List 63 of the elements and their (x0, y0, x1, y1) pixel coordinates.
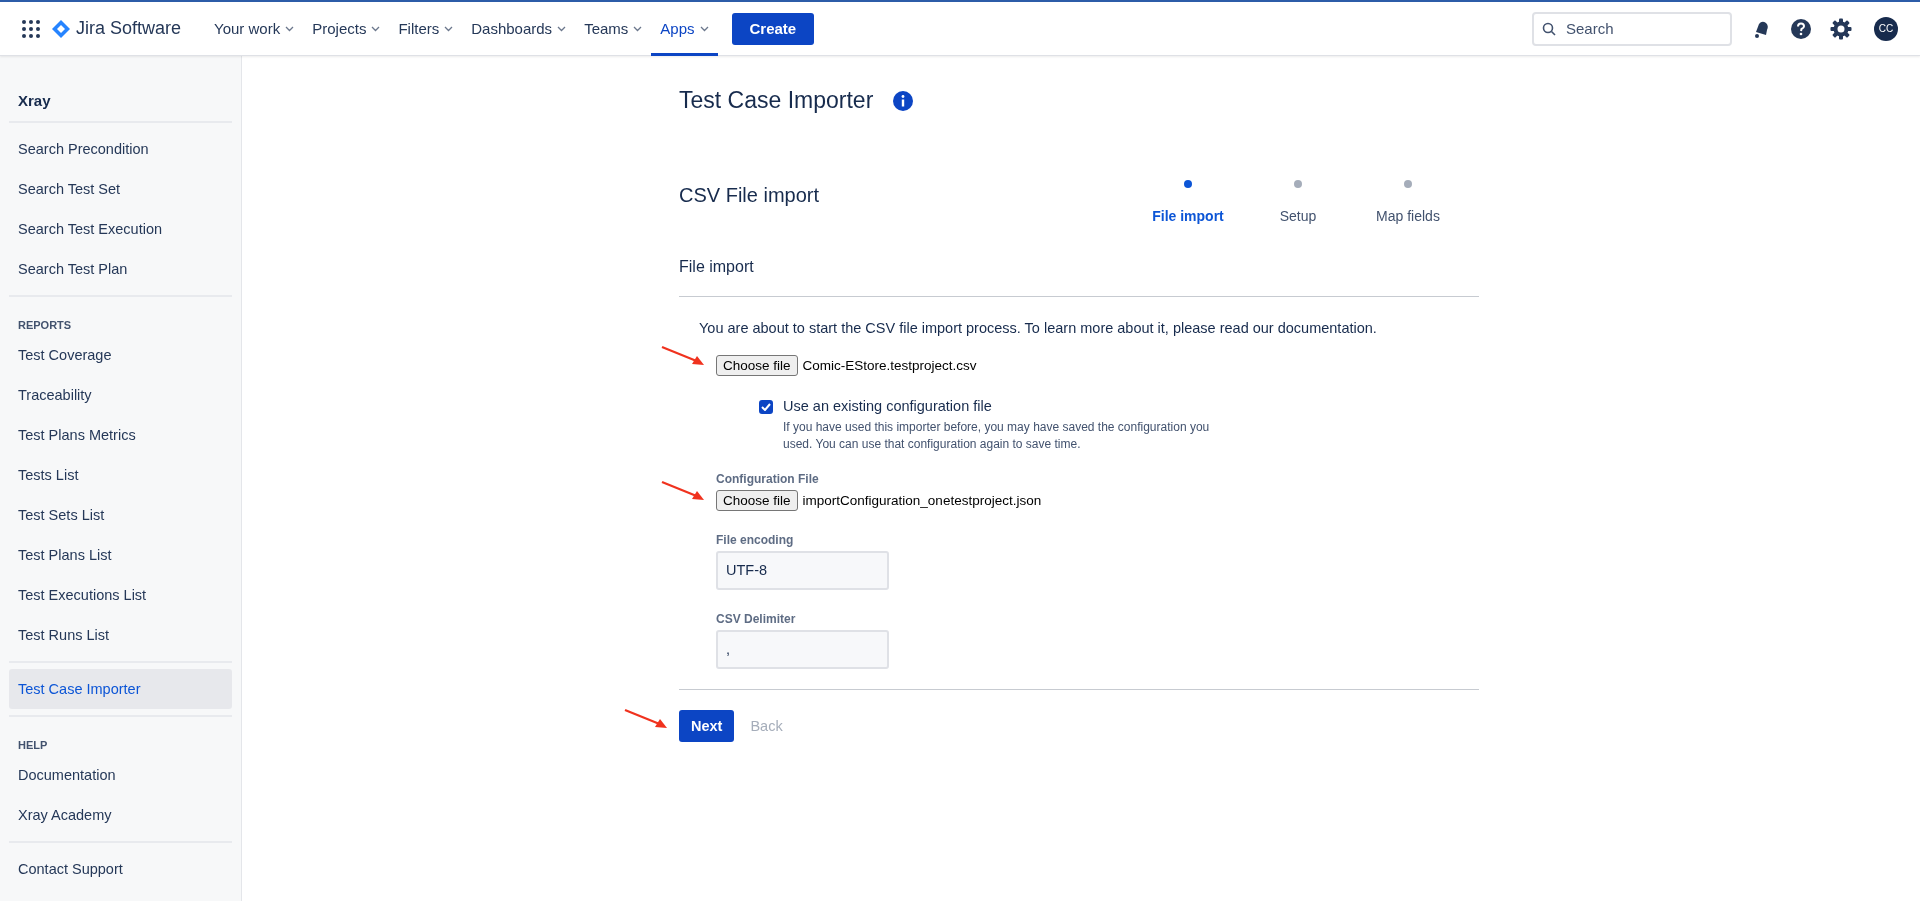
chevron-down-icon (633, 25, 643, 32)
page-title: Test Case Importer (679, 87, 874, 114)
annotation-arrow (661, 345, 705, 367)
app-switcher-icon[interactable] (22, 19, 40, 38)
intro-text: You are about to start the CSV file import process. To learn more about it, please read our documentation. (699, 320, 1378, 336)
settings-icon[interactable] (1830, 17, 1852, 40)
section-title: CSV File import (679, 183, 820, 207)
nav-menu-item[interactable]: Filters (389, 1, 463, 56)
sidebar-item[interactable]: Search Test Set (9, 169, 232, 209)
user-avatar[interactable]: CC (1874, 16, 1898, 41)
sidebar-item[interactable]: Test Runs List (9, 615, 232, 655)
sidebar-section-heading: REPORTS (17, 318, 73, 333)
chevron-down-icon (557, 25, 567, 32)
nav-menu-item[interactable]: Apps (651, 1, 718, 56)
chevron-down-icon (285, 25, 295, 32)
sidebar-item[interactable]: Xray Academy (9, 795, 232, 835)
sidebar-item[interactable]: Test Case Importer (9, 669, 232, 709)
sidebar-item[interactable]: Traceability (9, 375, 232, 415)
subheading: File import (679, 258, 755, 276)
create-button[interactable]: Create (731, 12, 815, 45)
sidebar-item[interactable]: Tests List (9, 455, 232, 495)
sidebar-item[interactable]: Test Sets List (9, 495, 232, 535)
nav-menu-item[interactable]: Dashboards (462, 1, 576, 56)
file-name: Comic-EStore.testproject.csv (802, 358, 977, 373)
sidebar-item[interactable]: Contact Support (9, 849, 232, 889)
sidebar-item[interactable]: Test Coverage (9, 335, 232, 375)
checkbox-label: Use an existing configuration file (783, 398, 993, 414)
sidebar-item[interactable]: Search Precondition (9, 129, 232, 169)
step-label: Map fields (1376, 208, 1440, 224)
nav-menu-item[interactable]: Teams (575, 1, 652, 56)
checkbox[interactable] (759, 400, 773, 414)
field-label: File encoding (716, 532, 795, 547)
sidebar-item[interactable]: Test Plans Metrics (9, 415, 232, 455)
info-icon[interactable] (893, 90, 914, 111)
text-field[interactable]: UTF-8 (716, 550, 889, 590)
sidebar-item[interactable]: Test Executions List (9, 575, 232, 615)
nav-menu-item[interactable]: Projects (303, 1, 390, 56)
choose-file-button[interactable]: Choose file (716, 489, 798, 511)
nav-menu-item[interactable]: Your work (205, 1, 304, 56)
field-label: Configuration File (716, 471, 820, 486)
search-field[interactable]: Search (1532, 11, 1732, 46)
step-label: Setup (1279, 208, 1317, 224)
chevron-down-icon (699, 25, 709, 32)
file-name: importConfiguration_onetestproject.json (802, 492, 1042, 508)
text-field[interactable]: , (716, 629, 889, 669)
choose-file-button[interactable]: Choose file (716, 355, 798, 376)
sidebar-item[interactable]: Documentation (9, 755, 232, 795)
chevron-down-icon (444, 25, 454, 32)
sidebar-item[interactable]: Search Test Execution (9, 209, 232, 249)
annotation-arrow (661, 479, 705, 502)
sidebar-section-heading: HELP (17, 738, 49, 753)
annotation-arrow (624, 707, 668, 730)
sidebar-title: Xray (17, 92, 52, 111)
chevron-down-icon (371, 25, 381, 32)
sidebar-item[interactable]: Search Test Plan (9, 249, 232, 289)
help-text: If you have used this importer before, you may have saved the configuration you used. You can use that configuration again to save time. (783, 419, 1211, 454)
sidebar-item[interactable]: Test Plans List (9, 535, 232, 575)
field-label: CSV Delimiter (716, 611, 797, 626)
diamond-logo-icon (52, 19, 70, 38)
help-icon[interactable] (1790, 17, 1812, 40)
product-name: Jira Software (76, 18, 182, 39)
next-button[interactable]: Next (679, 709, 735, 742)
step-label: File import (1152, 208, 1224, 224)
